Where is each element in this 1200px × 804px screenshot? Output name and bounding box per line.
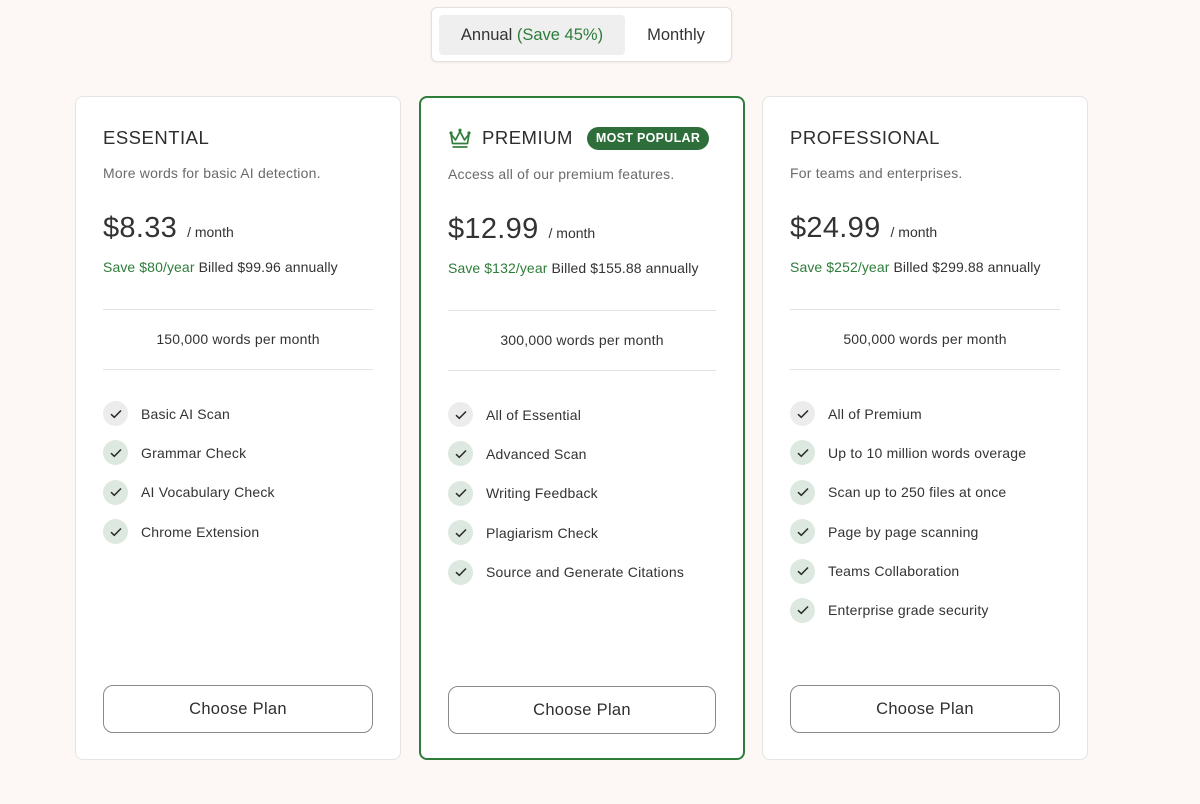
feature-label: AI Vocabulary Check (141, 484, 275, 501)
check-icon (448, 441, 473, 467)
word-allowance: 150,000 words per month (156, 331, 320, 347)
feature-label: Scan up to 250 files at once (828, 484, 1007, 501)
feature-label: Basic AI Scan (141, 405, 230, 422)
check-icon (448, 402, 473, 427)
plan-price: $8.33 (103, 212, 178, 244)
feature-label: Source and Generate Citations (486, 564, 685, 581)
feature-label: Teams Collaboration (828, 563, 960, 580)
divider (103, 369, 373, 370)
feature-label: Page by page scanning (828, 523, 979, 540)
price-period: / month (890, 224, 938, 240)
savings-text: Save $80/year (103, 259, 195, 275)
feature-item: Writing Feedback (448, 480, 716, 506)
annual-label: Annual (460, 26, 513, 44)
check-icon (448, 520, 473, 546)
feature-label: All of Premium (828, 405, 922, 422)
price-row: $12.99 / month (448, 213, 595, 246)
feature-item: AI Vocabulary Check (103, 479, 373, 505)
check-icon (790, 558, 815, 584)
feature-item: Scan up to 250 files at once (790, 479, 1060, 505)
feature-item: Grammar Check (103, 440, 373, 466)
annual-option[interactable]: Annual (Save 45%) (439, 15, 625, 55)
billing-info: Save $80/year Billed $99.96 annually (103, 259, 338, 275)
feature-label: All of Essential (486, 406, 582, 423)
check-icon (790, 597, 815, 623)
check-icon (790, 479, 815, 505)
plan-description: Access all of our premium features. (448, 166, 675, 182)
feature-item: Page by page scanning (790, 519, 1060, 545)
check-icon (103, 519, 128, 545)
choose-plan-button[interactable]: Choose Plan (448, 686, 716, 734)
feature-label: Enterprise grade security (828, 602, 989, 619)
check-icon (103, 440, 128, 466)
plan-card-professional: PROFESSIONAL For teams and enterprises. … (762, 96, 1088, 760)
feature-item: All of Essential (448, 402, 716, 427)
check-icon (103, 401, 128, 426)
choose-plan-button[interactable]: Choose Plan (103, 685, 373, 733)
plan-price: $12.99 (448, 213, 539, 245)
feature-item: Enterprise grade security (790, 597, 1060, 623)
feature-list: All of Premium Up to 10 million words ov… (790, 401, 1060, 637)
plan-name: ESSENTIAL (103, 127, 209, 149)
feature-label: Writing Feedback (486, 485, 598, 502)
feature-list: Basic AI Scan Grammar Check AI Vocabular… (103, 401, 373, 559)
plan-price: $24.99 (790, 212, 881, 244)
most-popular-badge: MOST POPULAR (586, 126, 710, 150)
feature-item: Advanced Scan (448, 441, 716, 467)
monthly-option[interactable]: Monthly (628, 15, 724, 55)
price-period: / month (187, 224, 234, 240)
feature-list: All of Essential Advanced Scan Writing F… (448, 402, 716, 599)
check-icon (790, 440, 815, 466)
billed-text: Billed $99.96 annually (198, 259, 338, 275)
price-row: $24.99 / month (790, 212, 937, 245)
feature-item: Basic AI Scan (103, 401, 373, 426)
feature-item: All of Premium (790, 401, 1060, 426)
plan-description: More words for basic AI detection. (103, 165, 321, 181)
plan-name-label: ESSENTIAL (103, 127, 210, 148)
plan-description: For teams and enterprises. (790, 165, 963, 181)
plan-name-label: PROFESSIONAL (790, 127, 940, 148)
crown-icon (448, 127, 472, 149)
billing-toggle: Annual (Save 45%) Monthly (431, 7, 732, 62)
check-icon (448, 559, 473, 585)
billing-info: Save $252/year Billed $299.88 annually (790, 259, 1041, 275)
divider (448, 370, 716, 371)
feature-label: Plagiarism Check (486, 524, 599, 541)
plan-name: PROFESSIONAL (790, 127, 940, 149)
feature-item: Source and Generate Citations (448, 559, 716, 585)
plan-card-essential: ESSENTIAL More words for basic AI detect… (75, 96, 401, 760)
feature-item: Teams Collaboration (790, 558, 1060, 584)
word-allowance: 300,000 words per month (500, 332, 664, 348)
feature-item: Chrome Extension (103, 519, 373, 545)
plan-name: PREMIUM MOST POPULAR (448, 126, 710, 150)
feature-label: Chrome Extension (141, 523, 260, 540)
price-period: / month (548, 225, 596, 241)
check-icon (448, 480, 473, 506)
savings-text: Save $132/year (448, 260, 548, 276)
annual-save-label: (Save 45%) (516, 26, 604, 44)
choose-plan-button[interactable]: Choose Plan (790, 685, 1060, 733)
check-icon (790, 519, 815, 545)
billed-text: Billed $299.88 annually (893, 259, 1041, 275)
plan-card-premium: PREMIUM MOST POPULAR Access all of our p… (419, 96, 745, 760)
word-allowance: 500,000 words per month (843, 331, 1007, 347)
feature-label: Grammar Check (141, 444, 247, 461)
feature-label: Advanced Scan (486, 445, 587, 462)
check-icon (790, 401, 815, 426)
feature-item: Plagiarism Check (448, 520, 716, 546)
savings-text: Save $252/year (790, 259, 890, 275)
billing-info: Save $132/year Billed $155.88 annually (448, 260, 699, 276)
billed-text: Billed $155.88 annually (551, 260, 699, 276)
plan-name-label: PREMIUM (482, 127, 573, 148)
feature-item: Up to 10 million words overage (790, 440, 1060, 466)
check-icon (103, 479, 128, 505)
divider (790, 369, 1060, 370)
feature-label: Up to 10 million words overage (828, 444, 1027, 461)
price-row: $8.33 / month (103, 212, 234, 245)
